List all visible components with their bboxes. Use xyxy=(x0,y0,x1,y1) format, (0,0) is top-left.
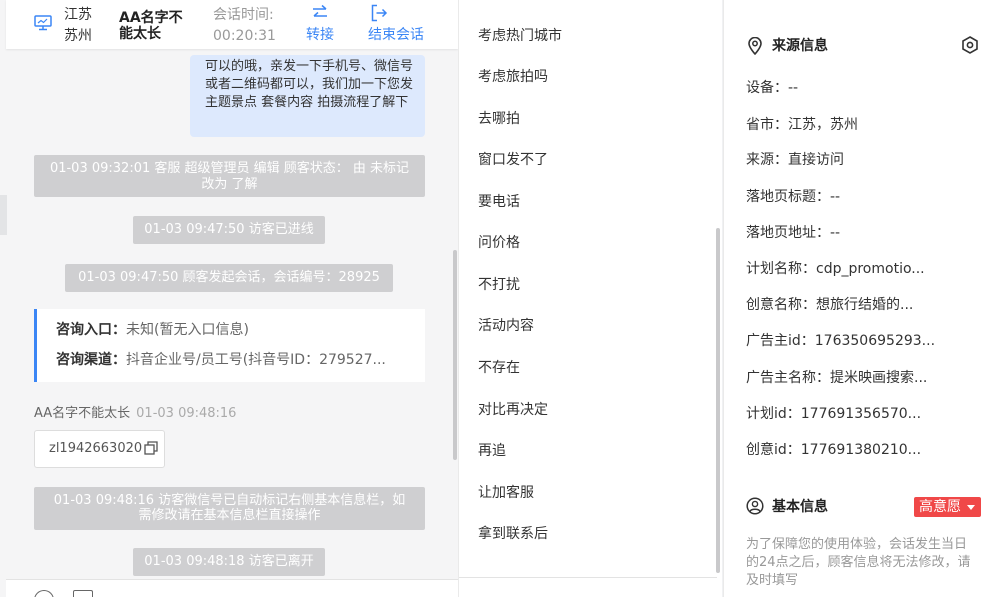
system-message: 01-03 09:47:50 访客已进线 xyxy=(133,216,325,244)
transfer-label: 转接 xyxy=(306,27,334,43)
clipped-quick-reply: ━━━━━━ xyxy=(478,0,529,7)
quick-reply-item[interactable]: 不存在 xyxy=(478,359,520,377)
system-message: 01-03 09:48:18 访客已离开 xyxy=(133,548,325,576)
edit-deadline-notice: 为了保障您的使用体验，会话发生当日的24点之后，顾客信息将无法修改，请及时填写 xyxy=(746,537,971,588)
customer-info-panel: 来源信息 设备：-- 省市：江苏，苏州 来源：直接访问 落地页标题：-- 落地页… xyxy=(723,0,1001,597)
quick-reply-item[interactable]: 去哪拍 xyxy=(478,110,520,128)
chat-panel: 江苏苏州 AA名字不能太长 会话时间: 00:20:31 转接 结束会话 可以的… xyxy=(0,0,458,597)
source-field-region: 省市：江苏，苏州 xyxy=(746,117,858,133)
quick-reply-item[interactable]: 让加客服 xyxy=(478,484,534,502)
session-time-value: 00:20:31 xyxy=(213,28,276,44)
system-message: 01-03 09:47:50 顾客发起会话，会话编号：28925 xyxy=(65,264,393,292)
quick-reply-item[interactable]: 考虑旅拍吗 xyxy=(478,68,548,86)
system-message: 01-03 09:48:16 访客微信号已自动标记右侧基本信息栏，如需修改请在基… xyxy=(34,487,425,530)
quick-reply-footer xyxy=(459,577,717,597)
source-info-title: 来源信息 xyxy=(772,38,828,54)
source-field-landing-url: 落地页地址：-- xyxy=(746,225,841,241)
quick-reply-scrollbar[interactable] xyxy=(716,228,720,573)
visitor-message-time: 01-03 09:48:16 xyxy=(136,406,237,421)
end-session-label: 结束会话 xyxy=(368,27,424,43)
source-field-plan-name: 计划名称：cdp_promotio... xyxy=(746,261,925,277)
quick-reply-item[interactable]: 要电话 xyxy=(478,193,520,211)
source-field-device: 设备：-- xyxy=(746,80,799,96)
source-field-landing-title: 落地页标题：-- xyxy=(746,189,841,205)
session-time: 会话时间: 00:20:31 xyxy=(213,5,276,47)
quick-reply-item[interactable]: 活动内容 xyxy=(478,317,534,335)
visitor-message-meta: AA名字不能太长 01-03 09:48:16 xyxy=(34,406,236,422)
source-field-advertiser-id: 广告主id：176350695293... xyxy=(746,333,936,349)
intent-level-dropdown[interactable]: 高意愿 xyxy=(914,497,981,517)
quick-reply-item[interactable]: 考虑热门城市 xyxy=(478,27,562,45)
system-message: 01-03 09:32:01 客服 超级管理员 编辑 顾客状态： 由 未标记 改… xyxy=(34,155,425,197)
user-circle-icon xyxy=(746,497,764,515)
transfer-icon xyxy=(313,4,327,17)
chat-scrollbar[interactable] xyxy=(453,250,457,460)
quick-reply-item[interactable]: 不打扰 xyxy=(478,276,520,294)
wechat-id-chip[interactable]: zl1942663020 xyxy=(34,430,165,468)
left-edge-strip xyxy=(0,195,7,235)
intent-level-label: 高意愿 xyxy=(919,499,961,515)
wechat-id: zl1942663020 xyxy=(49,441,143,456)
visitor-name: AA名字不能太长 xyxy=(34,406,131,421)
agent-message-bubble: 可以的哦，亲发一下手机号、微信号或者二维码都可以，我们加一下您发主题景点 套餐内… xyxy=(190,55,425,137)
quick-reply-item[interactable]: 拿到联系后 xyxy=(478,525,548,543)
caret-down-icon xyxy=(967,505,975,510)
source-field-plan-id: 计划id：177691356570... xyxy=(746,406,922,422)
exit-icon xyxy=(371,4,388,22)
copy-icon[interactable] xyxy=(144,440,158,455)
image-icon[interactable] xyxy=(73,590,93,597)
quick-reply-item[interactable]: 问价格 xyxy=(478,234,520,252)
monitor-icon xyxy=(34,15,52,31)
channel-label: 咨询渠道： xyxy=(56,352,126,368)
source-field-source: 来源：直接访问 xyxy=(746,152,844,168)
quick-reply-item[interactable]: 再追 xyxy=(478,442,506,460)
entry-label: 咨询入口： xyxy=(56,322,126,338)
transfer-button[interactable]: 转接 xyxy=(306,4,334,42)
entry-value: 未知(暂无入口信息) xyxy=(126,322,249,338)
source-field-creative-id: 创意id：177691380210... xyxy=(746,442,922,458)
chat-header: 江苏苏州 AA名字不能太长 会话时间: 00:20:31 转接 结束会话 xyxy=(6,0,458,49)
session-time-label: 会话时间: xyxy=(213,7,274,23)
location-pin-icon xyxy=(748,37,762,55)
end-session-button[interactable]: 结束会话 xyxy=(368,4,424,42)
channel-value: 抖音企业号/员工号(抖音号ID：279527... xyxy=(126,352,386,368)
basic-info-title: 基本信息 xyxy=(772,499,828,515)
hexagon-settings-icon[interactable] xyxy=(961,36,979,54)
customer-location: 江苏苏州 xyxy=(64,7,92,44)
quick-reply-panel: ━━━━━━ 考虑热门城市 考虑旅拍吗 去哪拍 窗口发不了 要电话 问价格 不打… xyxy=(458,0,722,597)
customer-name: AA名字不能太长 xyxy=(119,10,183,42)
consult-entry-card: 咨询入口： 未知(暂无入口信息) 咨询渠道： 抖音企业号/员工号(抖音号ID：2… xyxy=(34,309,425,382)
quick-reply-item[interactable]: 窗口发不了 xyxy=(478,151,548,169)
quick-reply-item[interactable]: 对比再决定 xyxy=(478,401,548,419)
source-field-advertiser-name: 广告主名称：提米映画搜索... xyxy=(746,370,928,386)
source-field-creative-name: 创意名称：想旅行结婚的... xyxy=(746,297,914,313)
